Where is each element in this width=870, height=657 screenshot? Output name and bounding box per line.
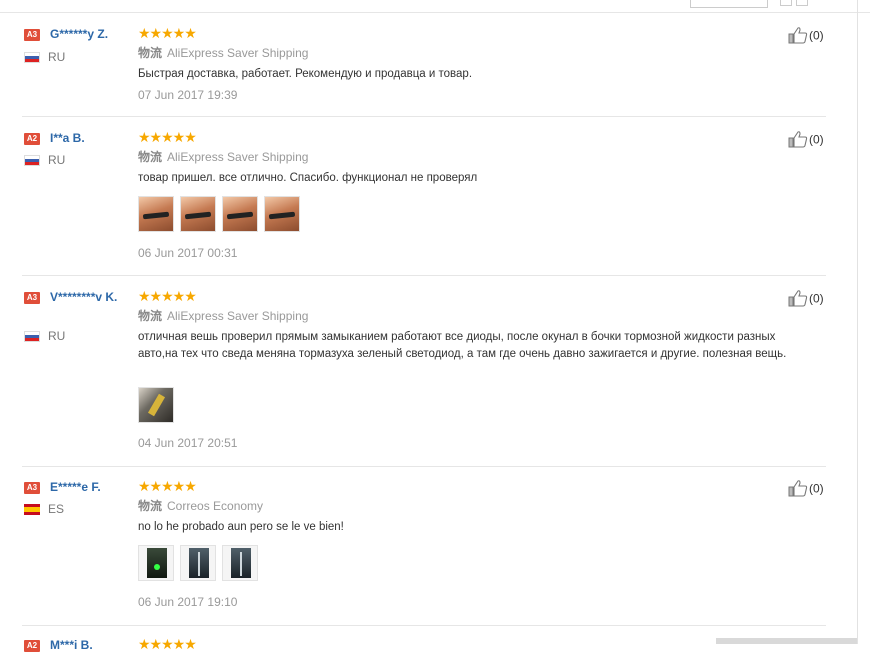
shipping-method: AliExpress Saver Shipping xyxy=(167,309,309,323)
rating-stars: ★★★★★ xyxy=(138,636,197,652)
rating-stars: ★★★★★ xyxy=(138,478,197,494)
thumbs-up-icon xyxy=(788,289,808,310)
helpful-button[interactable]: (0) xyxy=(788,479,824,500)
review-photo-thumbnail[interactable] xyxy=(180,545,216,581)
shipping-info: 物流 Correos Economy xyxy=(138,497,263,514)
reviewer-name[interactable]: M***i B. xyxy=(50,637,134,653)
buyer-level-badge: A3 xyxy=(24,29,40,41)
rating-stars: ★★★★★ xyxy=(138,129,197,145)
flag-ru-icon xyxy=(24,331,40,342)
buyer-level-badge: A3 xyxy=(24,482,40,494)
review-photo-thumbnail[interactable] xyxy=(180,196,216,232)
review-date: 06 Jun 2017 19:10 xyxy=(138,595,238,609)
helpful-button[interactable]: (0) xyxy=(788,130,824,151)
horizontal-scrollbar[interactable] xyxy=(716,638,857,644)
review-item: A3 V********v K. RU ★★★★★ 物流 AliExpress S… xyxy=(22,289,826,467)
review-photo-thumbnail[interactable] xyxy=(138,545,174,581)
review-item: A2 M***i B. ★★★★★ xyxy=(22,637,826,657)
review-photo-thumbnail[interactable] xyxy=(264,196,300,232)
reviewer-country: RU xyxy=(48,50,66,64)
reviewer-country: RU xyxy=(48,329,66,343)
review-photo-thumbnail[interactable] xyxy=(138,196,174,232)
shipping-label: 物流 xyxy=(138,46,163,60)
thumbs-up-icon xyxy=(788,26,808,47)
shipping-info: 物流 AliExpress Saver Shipping xyxy=(138,148,308,165)
review-photo-thumbnail[interactable] xyxy=(222,196,258,232)
prev-page-button[interactable] xyxy=(780,0,792,6)
shipping-info: 物流 AliExpress Saver Shipping xyxy=(138,307,308,324)
review-text: товар пришел. все отлично. Спасибо. функ… xyxy=(138,172,478,184)
reviewer-country: ES xyxy=(48,502,65,516)
shipping-label: 物流 xyxy=(138,499,163,513)
buyer-level-badge: A3 xyxy=(24,292,40,304)
review-text: отличная вешь проверил прямым замыканием… xyxy=(138,331,787,360)
flag-es-icon xyxy=(24,504,40,515)
reviewer-country: RU xyxy=(48,153,66,167)
rating-stars: ★★★★★ xyxy=(138,288,197,304)
review-date: 07 Jun 2017 19:39 xyxy=(138,88,238,102)
flag-ru-icon xyxy=(24,52,40,63)
reviewer-name[interactable]: V********v K. xyxy=(50,289,134,305)
helpful-button[interactable]: (0) xyxy=(788,289,824,310)
review-item: A3 G******y Z. RU ★★★★★ 物流 AliExpress Sav… xyxy=(22,26,826,117)
reviewer-name[interactable]: E*****e F. xyxy=(50,479,134,495)
buyer-level-badge: A2 xyxy=(24,640,40,652)
thumbs-up-icon xyxy=(788,479,808,500)
thumbs-up-icon xyxy=(788,130,808,151)
review-photo-thumbnail[interactable] xyxy=(138,387,174,423)
shipping-info: 物流 AliExpress Saver Shipping xyxy=(138,44,308,61)
helpful-count: (0) xyxy=(809,132,824,147)
shipping-method: Correos Economy xyxy=(167,499,264,513)
review-text: no lo he probado aun pero se le ve bien! xyxy=(138,521,344,533)
review-photo-thumbnail[interactable] xyxy=(222,545,258,581)
rating-stars: ★★★★★ xyxy=(138,25,197,41)
top-toolbar xyxy=(0,0,870,13)
review-text: Быстрая доставка, работает. Рекомендую и… xyxy=(138,68,473,80)
helpful-count: (0) xyxy=(809,481,824,496)
reviewer-name[interactable]: I**a B. xyxy=(50,130,134,146)
flag-ru-icon xyxy=(24,155,40,166)
panel-border xyxy=(857,0,858,644)
helpful-button[interactable]: (0) xyxy=(788,26,824,47)
shipping-method: AliExpress Saver Shipping xyxy=(167,150,309,164)
shipping-label: 物流 xyxy=(138,150,163,164)
shipping-method: AliExpress Saver Shipping xyxy=(167,46,309,60)
buyer-level-badge: A2 xyxy=(24,133,40,145)
sort-select[interactable] xyxy=(690,0,768,8)
review-item: A2 I**a B. RU ★★★★★ 物流 AliExpress Saver S… xyxy=(22,130,826,276)
shipping-label: 物流 xyxy=(138,309,163,323)
review-date: 04 Jun 2017 20:51 xyxy=(138,436,238,450)
review-date: 06 Jun 2017 00:31 xyxy=(138,246,238,260)
helpful-count: (0) xyxy=(809,291,824,306)
helpful-count: (0) xyxy=(809,28,824,43)
reviewer-name[interactable]: G******y Z. xyxy=(50,26,134,42)
review-item: A3 E*****e F. ES ★★★★★ 物流 Correos Economy… xyxy=(22,479,826,626)
next-page-button[interactable] xyxy=(796,0,808,6)
